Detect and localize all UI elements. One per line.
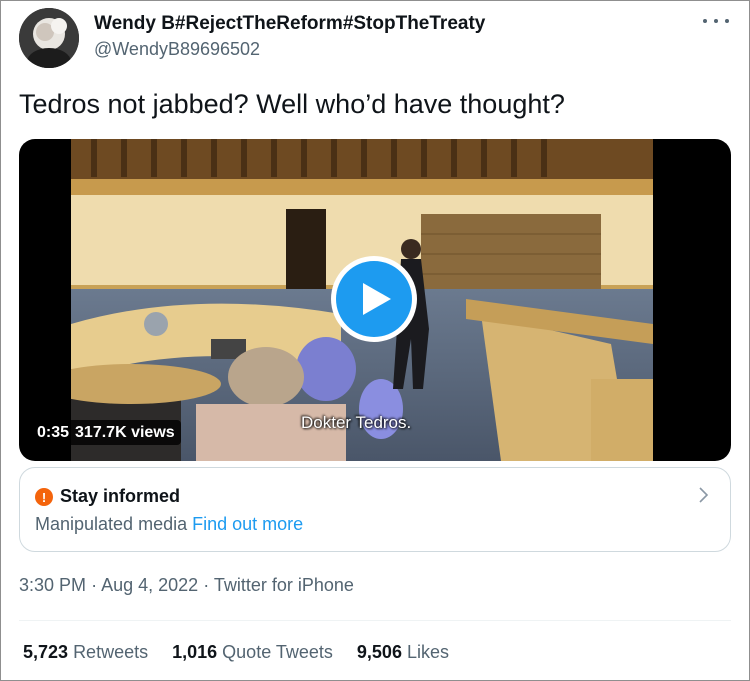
likes-stat[interactable]: 9,506 Likes bbox=[357, 642, 449, 663]
retweets-count: 5,723 bbox=[23, 642, 69, 662]
notice-label: Manipulated media bbox=[35, 514, 188, 534]
warning-icon: ! bbox=[35, 488, 53, 506]
notice-subtitle: Manipulated media Find out more bbox=[35, 514, 303, 535]
quote-tweets-stat[interactable]: 1,016 Quote Tweets bbox=[172, 642, 333, 663]
notice-title: Stay informed bbox=[60, 486, 181, 506]
tweet-date[interactable]: Aug 4, 2022 bbox=[101, 575, 198, 595]
tweet-timestamp: 3:30 PM · Aug 4, 2022 · Twitter for iPho… bbox=[19, 575, 354, 596]
chevron-right-icon bbox=[699, 487, 709, 503]
tweet-time[interactable]: 3:30 PM bbox=[19, 575, 86, 595]
manipulated-media-notice[interactable]: ! Stay informed Manipulated media Find o… bbox=[19, 467, 731, 552]
separator: · bbox=[91, 575, 98, 595]
tweet-source[interactable]: Twitter for iPhone bbox=[214, 575, 354, 595]
avatar[interactable] bbox=[19, 8, 79, 68]
retweets-stat[interactable]: 5,723 Retweets bbox=[23, 642, 148, 663]
find-out-more-link[interactable]: Find out more bbox=[192, 514, 303, 534]
likes-count: 9,506 bbox=[356, 642, 402, 662]
retweets-label: Retweets bbox=[73, 642, 149, 662]
video-views: 317.7K views bbox=[75, 423, 175, 441]
divider bbox=[19, 620, 731, 621]
more-horizontal-icon[interactable] bbox=[703, 13, 729, 29]
quote-tweets-count: 1,016 bbox=[172, 642, 218, 662]
author-display-name[interactable]: Wendy B#RejectTheReform#StopTheTreaty bbox=[94, 13, 485, 35]
tweet-text: Tedros not jabbed? Well who’d have thoug… bbox=[19, 89, 565, 119]
separator: · bbox=[203, 575, 210, 595]
author-handle[interactable]: @WendyB89696502 bbox=[94, 39, 260, 60]
video-caption: Dokter Tedros. bbox=[301, 413, 412, 432]
likes-label: Likes bbox=[406, 642, 449, 662]
play-button[interactable] bbox=[331, 256, 417, 342]
engagement-stats: 5,723 Retweets 1,016 Quote Tweets 9,506 … bbox=[23, 642, 473, 663]
quote-tweets-label: Quote Tweets bbox=[222, 642, 333, 662]
video-duration-views-badge: 0:35 317.7K views bbox=[31, 420, 181, 445]
video-player[interactable]: Dokter Tedros. 0:35 317.7K views bbox=[19, 139, 731, 461]
tweet-card: Wendy B#RejectTheReform#StopTheTreaty @W… bbox=[0, 0, 750, 681]
play-icon bbox=[336, 261, 412, 337]
video-duration: 0:35 bbox=[37, 423, 70, 441]
